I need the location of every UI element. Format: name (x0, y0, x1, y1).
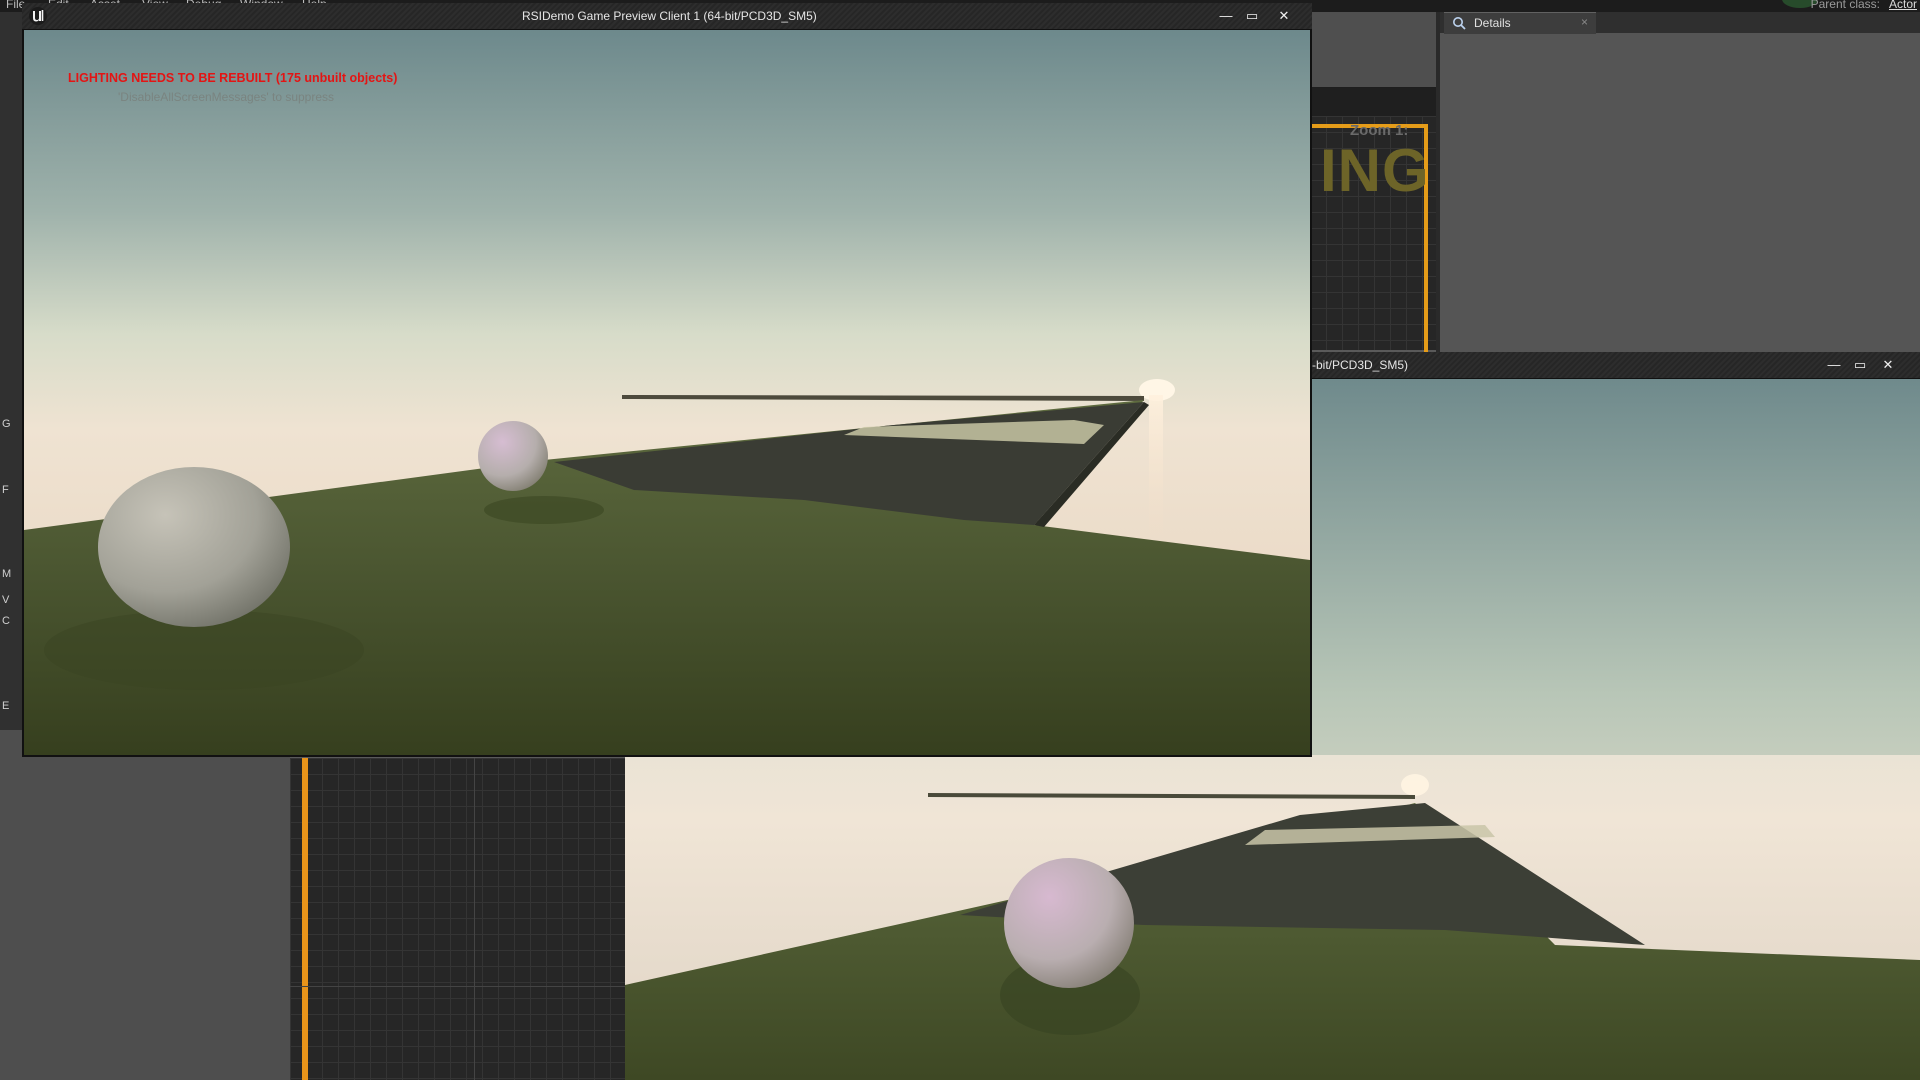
graph-grid-line (474, 758, 475, 1080)
lighting-warning: LIGHTING NEEDS TO BE REBUILT (175 unbuil… (68, 71, 398, 85)
category-c[interactable]: C (2, 615, 20, 627)
graph-wire (302, 758, 308, 1080)
scene-render-1 (24, 30, 1310, 755)
lower-left-panel (0, 730, 290, 1080)
category-f[interactable]: F (2, 484, 20, 496)
details-tab-label: Details (1474, 16, 1511, 30)
window-titlebar[interactable]: RSIDemo Game Preview Client 1 (64-bit/PC… (22, 3, 1312, 30)
blueprint-toolbar-area (1310, 12, 1436, 88)
close-icon[interactable]: ✕ (1272, 6, 1296, 26)
parent-class-link[interactable]: Actor (1889, 0, 1917, 11)
graph-watermark: ING (1320, 137, 1430, 204)
category-g[interactable]: G (2, 418, 20, 430)
game-viewport-1[interactable]: LIGHTING NEEDS TO BE REBUILT (175 unbuil… (24, 30, 1310, 755)
event-graph[interactable] (290, 758, 625, 1080)
window-titlebar[interactable]: -bit/PCD3D_SM5) — ▭ ✕ (1290, 352, 1920, 379)
graph-grid-line (290, 986, 625, 987)
details-search-icon (1453, 17, 1466, 30)
window-title: RSIDemo Game Preview Client 1 (64-bit/PC… (522, 9, 817, 23)
unreal-logo-icon (29, 7, 47, 25)
maximize-icon[interactable]: ▭ (1848, 355, 1872, 375)
close-icon[interactable]: ✕ (1876, 355, 1900, 375)
scene-render-2-lower (625, 755, 1920, 1080)
maximize-icon[interactable]: ▭ (1240, 6, 1264, 26)
details-tab-bar: Details × (1440, 12, 1920, 34)
blueprint-tab-strip (1310, 88, 1436, 116)
minimize-icon[interactable]: — (1214, 6, 1238, 26)
details-panel: Details × (1440, 12, 1920, 352)
close-icon[interactable]: × (1581, 15, 1588, 29)
category-v[interactable]: V (2, 594, 20, 606)
minimize-icon[interactable]: — (1822, 355, 1846, 375)
game-viewport-2-lower[interactable] (625, 755, 1920, 1080)
tab-details[interactable]: Details × (1444, 12, 1596, 34)
category-e[interactable]: E (2, 700, 20, 712)
window-title: -bit/PCD3D_SM5) (1312, 358, 1409, 372)
game-preview-window-1[interactable]: RSIDemo Game Preview Client 1 (64-bit/PC… (22, 3, 1312, 757)
suppress-hint: 'DisableAllScreenMessages' to suppress (118, 90, 335, 104)
parent-class-label: Parent class: (1810, 0, 1880, 11)
category-m[interactable]: M (2, 568, 20, 580)
blueprint-graph[interactable]: Zoom 1: ING (1310, 116, 1436, 354)
